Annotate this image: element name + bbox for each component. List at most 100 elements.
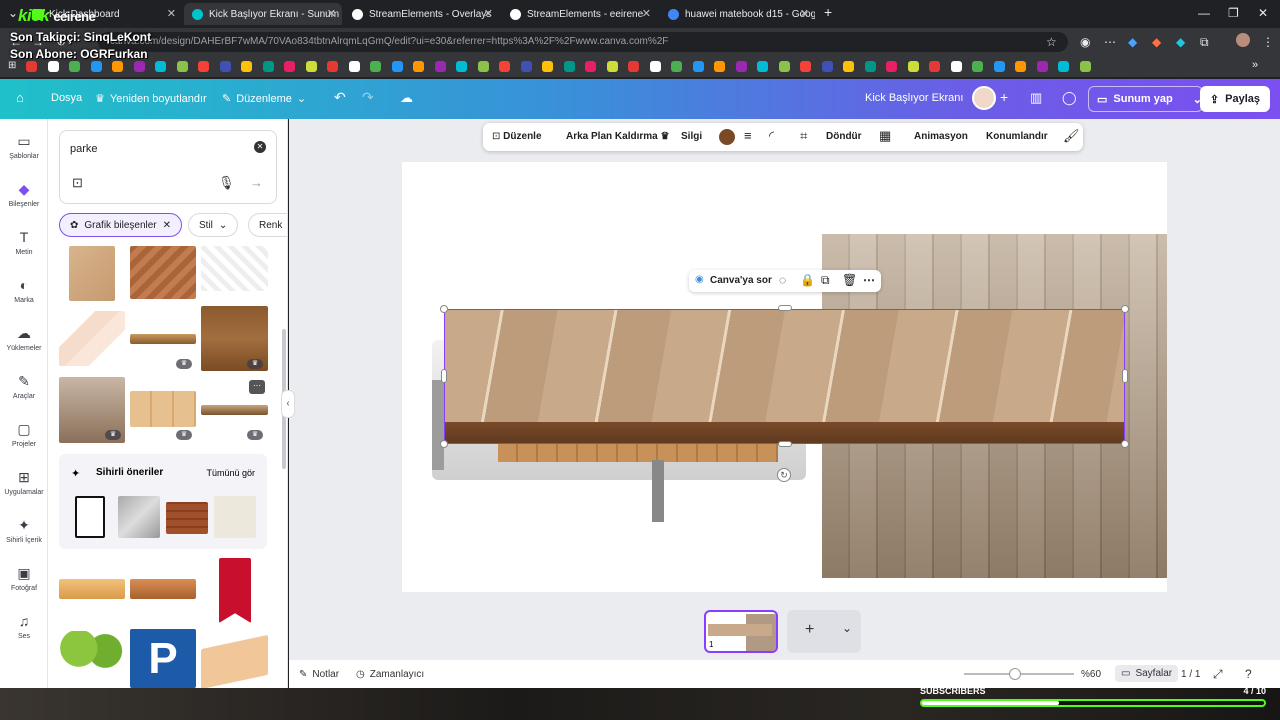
bookmark-icon[interactable] [370,61,381,72]
close-icon[interactable]: ✕ [642,7,651,20]
bookmark-icon[interactable] [47,61,59,72]
bookmark-icon[interactable] [434,61,446,72]
bookmark-icon[interactable] [735,61,747,72]
turkish-flag-banner-thumbnail[interactable] [219,558,251,623]
url-field[interactable]: canva.com/design/DAHErBF7wMA/70VAo834tbt… [98,32,1068,52]
rail-item-9[interactable]: ▣ Fotoğraf [0,565,48,592]
help-icon[interactable]: ? [1245,667,1252,681]
animation-button[interactable]: Animasyon [914,131,968,142]
rail-item-6[interactable]: ▢ Projeler [0,421,48,448]
eraser-button[interactable]: Silgi [681,131,702,142]
menu-dots-icon[interactable]: ⋮ [1262,35,1274,49]
bookmark-icon[interactable] [886,61,897,72]
bookmark-icon[interactable] [671,61,682,72]
resize-handle[interactable] [778,305,792,311]
result-thumbnail[interactable] [201,246,268,291]
rail-item-8[interactable]: ✦ Sihirli İçerik [0,517,48,544]
tab-streamelements-eeirene[interactable]: StreamElements - eeirene ✕ [502,3,657,25]
ask-canva-button[interactable]: Canva'ya sor [710,275,772,286]
bookmark-icon[interactable] [133,61,145,72]
bookmark-icon[interactable] [219,61,231,72]
fullscreen-icon[interactable]: ⤢ [1213,667,1223,682]
rail-item-5[interactable]: ✎ Araçlar [0,373,48,400]
bookmark-icon[interactable] [649,61,661,72]
editing-mode-menu[interactable]: ✎ Düzenleme ⌄ [222,92,306,106]
resize-handle[interactable] [440,440,448,448]
bookmark-icon[interactable] [1036,61,1048,72]
transparency-icon[interactable]: ▦ [879,128,891,144]
minimize-icon[interactable]: — [1198,6,1210,20]
bookmark-icon[interactable] [520,61,532,72]
bookmark-icon[interactable] [262,61,274,72]
suggestion-thumbnail[interactable] [118,496,160,538]
more-options-icon[interactable]: ⋯ [249,380,265,394]
bookmark-icon[interactable] [456,61,467,72]
parking-sign-thumbnail[interactable]: P [130,629,196,688]
bookmark-icon[interactable] [778,61,790,72]
user-avatar[interactable] [972,86,996,110]
cloud-saved-icon[interactable]: ☁ [400,90,413,106]
bookmark-icon[interactable] [993,61,1005,72]
apps-grid-icon[interactable]: ⊞ [8,60,16,71]
result-thumbnail[interactable] [201,634,268,688]
pages-button[interactable]: ▭ Sayfalar [1115,665,1179,682]
color-swatch[interactable] [719,129,735,145]
bookmark-icon[interactable] [843,61,854,72]
page-thumbnail[interactable]: 1 [704,610,778,653]
zoom-slider[interactable] [964,668,1074,680]
bookmark-icon[interactable] [542,61,553,72]
bookmark-icon[interactable] [26,61,37,72]
bookmark-icon[interactable] [1015,61,1026,72]
bookmark-icon[interactable] [606,61,618,72]
submit-arrow-icon[interactable]: → [250,175,263,190]
add-page-button[interactable]: + ⌄ [787,610,861,653]
timer-button[interactable]: ◷ Zamanlayıcı [356,669,424,680]
resize-handle[interactable] [441,369,447,383]
bookmark-icon[interactable] [391,61,403,72]
filter-chip-graphics[interactable]: ✿ Grafik bileşenler ✕ [59,213,183,237]
rotate-button[interactable]: Döndür [826,131,862,142]
extension-icon[interactable]: ◉ [1080,35,1090,49]
lock-icon[interactable]: 🔒 [800,273,815,287]
bookmark-icon[interactable] [800,61,811,72]
bookmark-icon[interactable] [155,61,166,72]
remove-filter-icon[interactable]: ✕ [163,220,171,231]
more-options-icon[interactable]: ⋯ [863,273,875,287]
result-thumbnail[interactable] [59,311,125,366]
close-icon[interactable]: ✕ [800,7,809,20]
suggestion-thumbnail[interactable] [214,496,256,538]
image-search-icon[interactable]: ⊡ [72,175,83,191]
bookmark-icon[interactable] [241,61,252,72]
line-weight-icon[interactable]: ≡ [744,128,752,143]
bookmark-icon[interactable] [692,61,704,72]
close-icon[interactable]: ✕ [327,7,336,20]
insights-chart-icon[interactable]: ▥ [1030,90,1042,106]
rail-item-1[interactable]: ◆ Bileşenler [0,181,48,208]
comment-add-icon[interactable]: ◌ [779,273,786,287]
bookmark-icon[interactable] [757,61,768,72]
rotate-handle-icon[interactable]: ↻ [777,468,791,482]
rail-item-7[interactable]: ⊞ Uygulamalar [0,469,48,496]
tab-canva[interactable]: Kick Başlıyor Ekranı - Sunum ✕ [184,3,342,25]
bookmark-icon[interactable] [821,61,833,72]
filter-chip-style[interactable]: Stil ⌄ [188,213,239,237]
crop-icon[interactable]: ⌗ [800,128,807,144]
position-button[interactable]: Konumlandır [986,131,1048,142]
bookmark-icon[interactable] [864,61,876,72]
edit-image-button[interactable]: ⊡ Düzenle [492,131,542,142]
corner-rounding-icon[interactable]: ◜ [769,128,774,144]
bg-remove-button[interactable]: Arka Plan Kaldırma ♛ [566,131,669,142]
bookmark-icon[interactable] [1079,61,1091,72]
share-button[interactable]: ⇪ Paylaş [1199,86,1270,112]
bookmark-icon[interactable] [950,61,962,72]
bookmark-icon[interactable] [112,61,123,72]
result-thumbnail[interactable] [130,334,196,344]
delete-icon[interactable]: 🗑 [842,273,857,287]
result-thumbnail[interactable] [69,246,115,301]
bookmark-icon[interactable] [585,61,596,72]
rail-item-10[interactable]: ♫ Ses [0,613,48,640]
microphone-icon[interactable]: 🎙 [218,175,235,191]
zoom-slider-thumb[interactable] [1009,668,1021,680]
bookmark-icon[interactable] [327,61,338,72]
extension-icon[interactable]: ◆ [1152,35,1161,49]
